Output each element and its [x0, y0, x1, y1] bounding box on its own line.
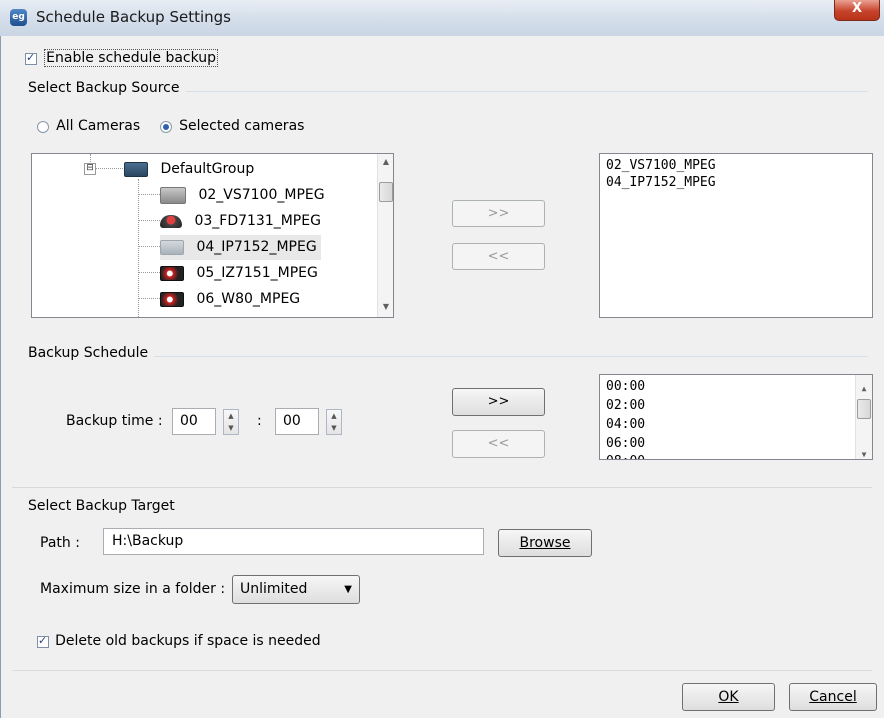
scroll-thumb[interactable] [857, 399, 871, 419]
browse-button[interactable]: Browse [498, 529, 592, 557]
close-button[interactable]: X [834, 0, 880, 21]
delete-old-check-icon[interactable] [37, 634, 49, 648]
backup-time-label: Backup time : [66, 413, 163, 429]
tree-line [95, 168, 123, 170]
target-group-title: Select Backup Target [28, 498, 181, 514]
scroll-down-icon[interactable]: ▼ [856, 445, 872, 459]
list-item[interactable]: 00:00 [606, 377, 645, 396]
dome-camera-icon [160, 214, 182, 228]
tree-group-defaultgroup[interactable]: DefaultGroup [124, 157, 254, 182]
radio-selected-label: Selected cameras [179, 118, 305, 134]
max-size-select[interactable]: Unlimited ▼ [232, 575, 360, 604]
times-scrollbar[interactable]: ▲ ▼ [855, 375, 872, 459]
folder-icon [124, 161, 148, 177]
selected-cameras-list[interactable]: 02_VS7100_MPEG 04_IP7152_MPEG [599, 153, 873, 318]
scroll-up-icon[interactable]: ▲ [856, 379, 872, 398]
schedule-times-list[interactable]: 00:00 02:00 04:00 06:00 08:00 ▲ ▼ [599, 374, 873, 460]
hour-input[interactable]: 00 [172, 408, 216, 435]
list-item[interactable]: 08:00 [606, 452, 645, 459]
tree-camera-item[interactable]: 05_IZ7151_MPEG [160, 261, 318, 286]
title-bar: eg Schedule Backup Settings X [0, 0, 884, 37]
spin-down-icon[interactable]: ▼ [327, 422, 341, 434]
tree-camera-item[interactable]: 06_W80_MPEG [160, 287, 300, 312]
scroll-thumb[interactable] [379, 182, 393, 202]
radio-selected-icon[interactable] [160, 120, 172, 133]
tree-group-label: DefaultGroup [160, 161, 255, 177]
window-title: Schedule Backup Settings [36, 8, 231, 26]
cancel-label: Cancel [809, 689, 857, 705]
ok-label: OK [718, 689, 739, 705]
chevron-down-icon: ▼ [344, 584, 352, 595]
enable-backup-check-icon[interactable] [25, 51, 37, 65]
ok-button[interactable]: OK [682, 683, 775, 711]
list-item[interactable]: 02_VS7100_MPEG [606, 157, 866, 174]
spin-up-icon[interactable]: ▲ [327, 410, 341, 422]
tree-camera-item[interactable]: 02_VS7100_MPEG [160, 183, 325, 208]
delete-old-label: Delete old backups if space is needed [55, 633, 321, 649]
tree-scrollbar[interactable]: ▲ ▼ [377, 154, 393, 317]
scroll-down-icon[interactable]: ▼ [378, 302, 393, 311]
footer-divider [12, 670, 872, 671]
source-remove-button[interactable]: << [452, 243, 545, 270]
minute-spinner[interactable]: ▲ ▼ [326, 409, 342, 435]
tree-camera-item[interactable]: 03_FD7131_MPEG [160, 209, 321, 234]
tree-camera-label: 04_IP7152_MPEG [196, 239, 317, 255]
schedule-add-button[interactable]: >> [452, 388, 545, 416]
list-item[interactable]: 06:00 [606, 434, 645, 453]
box-camera-icon [160, 265, 184, 281]
list-item[interactable]: 04_IP7152_MPEG [606, 174, 866, 191]
time-separator: : [257, 413, 262, 429]
max-size-value: Unlimited [240, 581, 308, 597]
browse-label: Browse [519, 535, 571, 551]
path-label: Path : [40, 535, 80, 551]
schedule-group-title: Backup Schedule [28, 345, 155, 361]
tree-camera-label: 03_FD7131_MPEG [194, 213, 321, 229]
tree-camera-item[interactable]: 04_IP7152_MPEG [160, 235, 321, 260]
scroll-up-icon[interactable]: ▲ [378, 157, 393, 166]
tree-camera-label: 06_W80_MPEG [196, 291, 301, 307]
path-input[interactable]: H:\Backup [103, 528, 484, 555]
source-add-button[interactable]: >> [452, 200, 545, 227]
schedule-remove-button[interactable]: << [452, 430, 545, 458]
max-size-label: Maximum size in a folder : [40, 581, 226, 597]
radio-all-cameras[interactable]: All Cameras [37, 118, 140, 134]
minute-input[interactable]: 00 [275, 408, 319, 435]
hour-spinner[interactable]: ▲ ▼ [223, 409, 239, 435]
target-divider [12, 487, 872, 488]
source-group-title: Select Backup Source [28, 80, 186, 96]
box-camera-icon [160, 291, 184, 307]
tree-camera-label: 02_VS7100_MPEG [198, 187, 325, 203]
cancel-button[interactable]: Cancel [789, 683, 877, 711]
enable-backup-checkbox[interactable]: Enable schedule backup [25, 49, 219, 67]
camera-tree[interactable]: ⊟ DefaultGroup 02_VS7100_MPEG 03_FD7131_… [31, 153, 394, 318]
app-icon: eg [10, 9, 27, 26]
radio-all-icon[interactable] [37, 120, 49, 133]
enable-backup-label: Enable schedule backup [44, 49, 219, 67]
video-server-icon [160, 186, 186, 204]
list-item[interactable]: 02:00 [606, 396, 645, 415]
box-camera-icon [160, 239, 184, 255]
spin-up-icon[interactable]: ▲ [224, 410, 238, 422]
radio-selected-cameras[interactable]: Selected cameras [160, 118, 304, 134]
tree-camera-label: 05_IZ7151_MPEG [196, 265, 318, 281]
spin-down-icon[interactable]: ▼ [224, 422, 238, 434]
list-item[interactable]: 04:00 [606, 415, 645, 434]
delete-old-checkbox[interactable]: Delete old backups if space is needed [37, 633, 321, 649]
radio-all-label: All Cameras [56, 118, 141, 134]
